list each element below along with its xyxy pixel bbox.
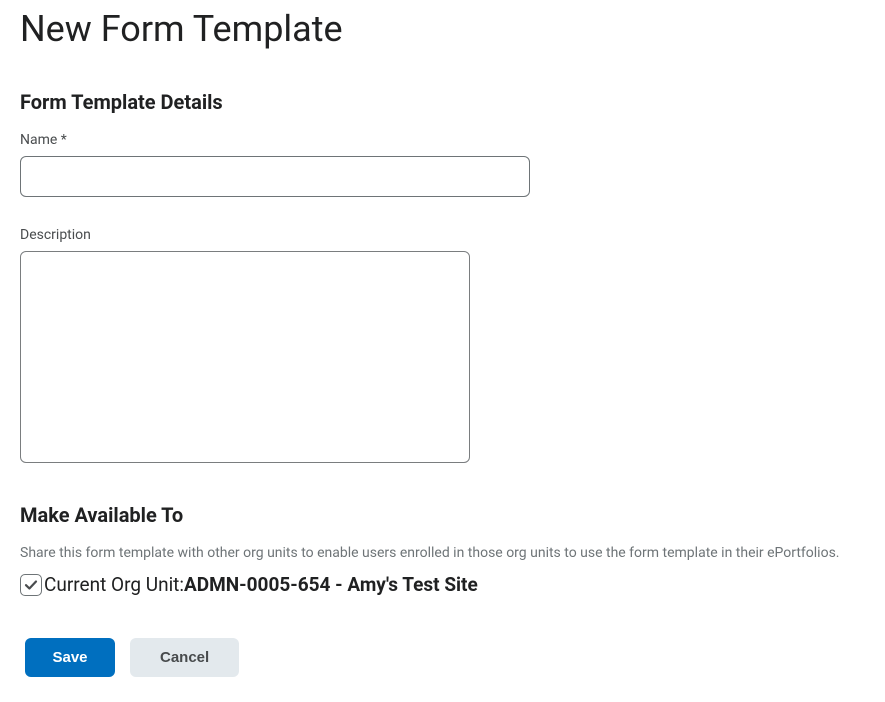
name-label: Name *: [20, 132, 865, 148]
description-textarea[interactable]: [20, 251, 470, 463]
name-input[interactable]: [20, 156, 530, 197]
required-asterisk: *: [61, 132, 67, 148]
org-unit-label: Current Org Unit:: [44, 573, 184, 596]
cancel-button[interactable]: Cancel: [130, 638, 239, 677]
org-unit-checkbox[interactable]: [20, 574, 42, 596]
org-unit-value: ADMN-0005-654 - Amy's Test Site: [184, 573, 478, 596]
page-title: New Form Template: [20, 8, 865, 50]
description-label: Description: [20, 227, 865, 243]
availability-help-text: Share this form template with other org …: [20, 545, 865, 561]
name-label-text: Name: [20, 132, 57, 148]
save-button[interactable]: Save: [25, 638, 115, 677]
availability-heading: Make Available To: [20, 503, 865, 527]
details-heading: Form Template Details: [20, 90, 865, 114]
checkmark-icon: [23, 577, 39, 593]
